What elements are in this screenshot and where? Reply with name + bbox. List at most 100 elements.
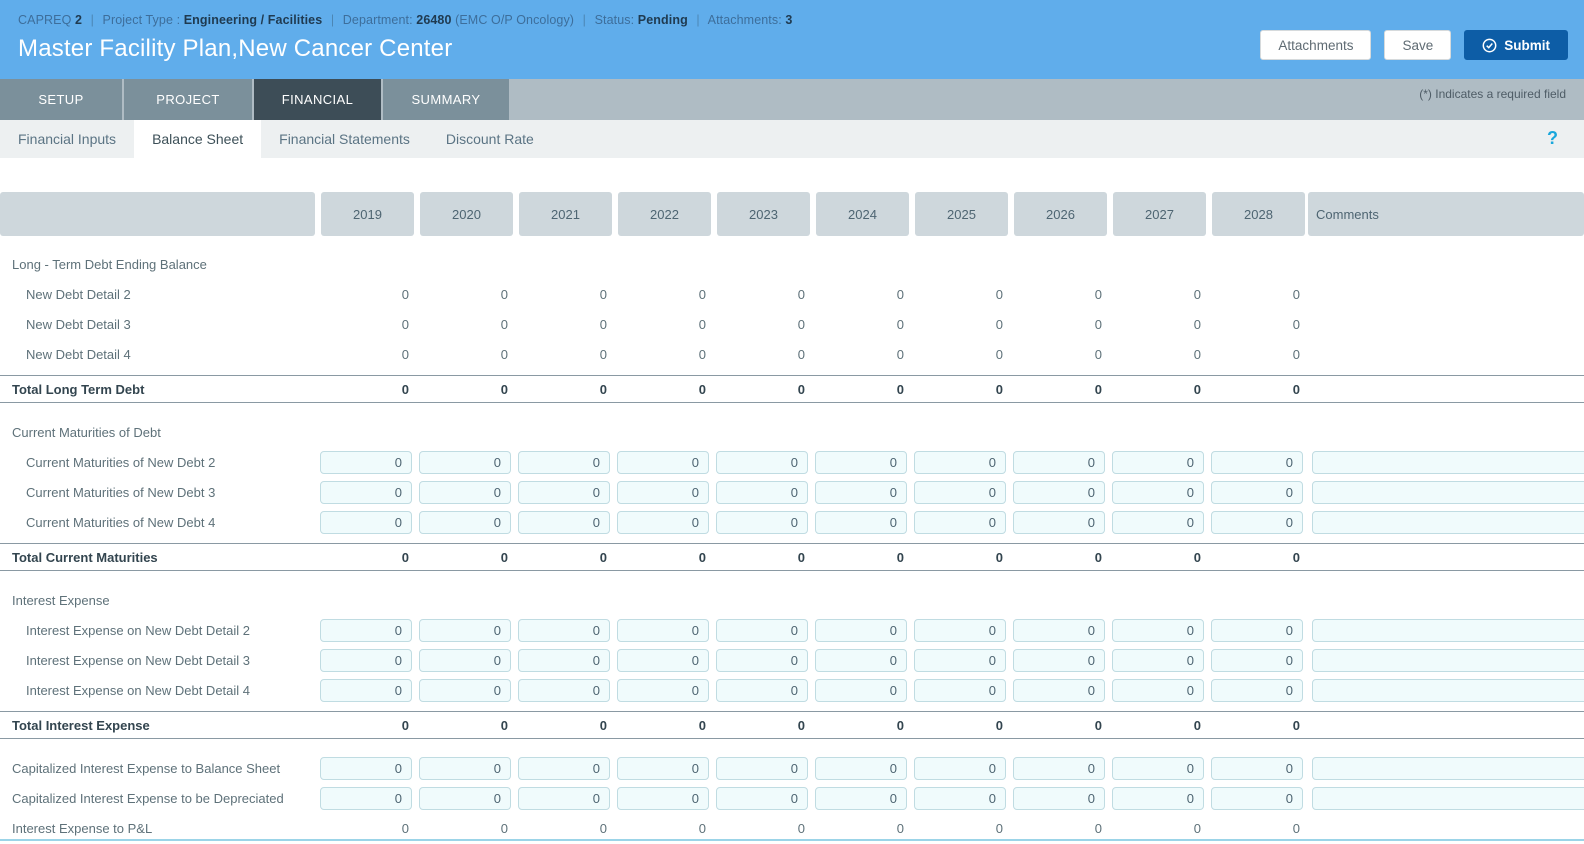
- year-value-input[interactable]: [716, 757, 808, 780]
- year-value-input[interactable]: [419, 757, 511, 780]
- year-value-input[interactable]: [617, 511, 709, 534]
- year-value-input[interactable]: [518, 679, 610, 702]
- year-value-input[interactable]: [1112, 679, 1204, 702]
- tab-financial[interactable]: FINANCIAL: [254, 79, 381, 120]
- year-value-input[interactable]: [815, 649, 907, 672]
- help-icon[interactable]: ?: [1547, 120, 1558, 156]
- year-value-input[interactable]: [1211, 511, 1303, 534]
- year-value-input[interactable]: [914, 649, 1006, 672]
- year-value-input[interactable]: [716, 511, 808, 534]
- year-value-input[interactable]: [914, 757, 1006, 780]
- year-value-input[interactable]: [716, 481, 808, 504]
- tab-project[interactable]: PROJECT: [124, 79, 252, 120]
- year-value-input[interactable]: [815, 451, 907, 474]
- year-value-input[interactable]: [320, 511, 412, 534]
- year-value-input[interactable]: [815, 757, 907, 780]
- year-value-input[interactable]: [518, 619, 610, 642]
- year-value-input[interactable]: [1112, 757, 1204, 780]
- year-value-input[interactable]: [419, 511, 511, 534]
- year-value-input[interactable]: [320, 679, 412, 702]
- year-value-input[interactable]: [617, 787, 709, 810]
- subtab-financial-statements[interactable]: Financial Statements: [261, 120, 428, 158]
- subtab-discount-rate[interactable]: Discount Rate: [428, 120, 552, 158]
- subtab-financial-inputs[interactable]: Financial Inputs: [0, 120, 134, 158]
- year-value-input[interactable]: [419, 481, 511, 504]
- year-value-input[interactable]: [1013, 619, 1105, 642]
- year-value-input[interactable]: [419, 679, 511, 702]
- year-value-input[interactable]: [1013, 787, 1105, 810]
- year-value-input[interactable]: [716, 787, 808, 810]
- year-value-input[interactable]: [518, 511, 610, 534]
- year-value-input[interactable]: [617, 757, 709, 780]
- year-value-input[interactable]: [815, 679, 907, 702]
- year-value-input[interactable]: [1112, 619, 1204, 642]
- year-value-input[interactable]: [518, 649, 610, 672]
- year-value-input[interactable]: [419, 451, 511, 474]
- year-value-input[interactable]: [1112, 787, 1204, 810]
- year-value-input[interactable]: [815, 481, 907, 504]
- year-value-input[interactable]: [914, 787, 1006, 810]
- year-value-input[interactable]: [320, 619, 412, 642]
- year-value-input[interactable]: [1013, 451, 1105, 474]
- year-value-input[interactable]: [1112, 451, 1204, 474]
- tab-summary[interactable]: SUMMARY: [383, 79, 509, 120]
- year-value-input[interactable]: [1211, 679, 1303, 702]
- year-value-input[interactable]: [1112, 511, 1204, 534]
- year-value-input[interactable]: [419, 619, 511, 642]
- comment-input[interactable]: [1312, 511, 1584, 534]
- year-value-input[interactable]: [1211, 757, 1303, 780]
- comment-input[interactable]: [1312, 649, 1584, 672]
- year-value-input[interactable]: [914, 511, 1006, 534]
- comment-input[interactable]: [1312, 451, 1584, 474]
- year-value-input[interactable]: [1112, 481, 1204, 504]
- year-value-input[interactable]: [815, 787, 907, 810]
- year-value-input[interactable]: [1211, 787, 1303, 810]
- comment-input[interactable]: [1312, 481, 1584, 504]
- year-value-input[interactable]: [1112, 649, 1204, 672]
- year-value-input[interactable]: [1211, 619, 1303, 642]
- year-value-input[interactable]: [914, 679, 1006, 702]
- year-value-input[interactable]: [617, 679, 709, 702]
- year-value-input[interactable]: [617, 451, 709, 474]
- year-value-input[interactable]: [518, 451, 610, 474]
- year-value-input[interactable]: [815, 511, 907, 534]
- year-value-input[interactable]: [716, 649, 808, 672]
- comment-input[interactable]: [1312, 787, 1584, 810]
- year-value-input[interactable]: [419, 787, 511, 810]
- year-value-input[interactable]: [518, 787, 610, 810]
- comment-input[interactable]: [1312, 757, 1584, 780]
- attachments-button[interactable]: Attachments: [1260, 30, 1371, 60]
- year-value-input[interactable]: [320, 451, 412, 474]
- year-value-input[interactable]: [914, 451, 1006, 474]
- year-value-input[interactable]: [1013, 481, 1105, 504]
- year-value-input[interactable]: [320, 757, 412, 780]
- year-value-input[interactable]: [914, 619, 1006, 642]
- year-value-input[interactable]: [320, 649, 412, 672]
- year-value-input[interactable]: [518, 757, 610, 780]
- year-value-input[interactable]: [1013, 649, 1105, 672]
- year-value-input[interactable]: [617, 619, 709, 642]
- year-value-input[interactable]: [1211, 649, 1303, 672]
- year-value-input[interactable]: [617, 649, 709, 672]
- tab-setup[interactable]: SETUP: [0, 79, 122, 120]
- year-value-input[interactable]: [1211, 481, 1303, 504]
- comment-input[interactable]: [1312, 679, 1584, 702]
- save-button[interactable]: Save: [1384, 30, 1451, 60]
- year-value-input[interactable]: [518, 481, 610, 504]
- comment-input[interactable]: [1312, 619, 1584, 642]
- year-value-input[interactable]: [716, 679, 808, 702]
- year-value-input[interactable]: [419, 649, 511, 672]
- year-value-input[interactable]: [815, 619, 907, 642]
- submit-button[interactable]: Submit: [1464, 30, 1568, 60]
- year-value-input[interactable]: [1211, 451, 1303, 474]
- year-value-input[interactable]: [320, 787, 412, 810]
- subtab-balance-sheet[interactable]: Balance Sheet: [134, 120, 261, 158]
- year-value-input[interactable]: [716, 619, 808, 642]
- year-value-input[interactable]: [1013, 757, 1105, 780]
- year-value-input[interactable]: [320, 481, 412, 504]
- year-value-input[interactable]: [716, 451, 808, 474]
- year-value-input[interactable]: [617, 481, 709, 504]
- year-value-input[interactable]: [1013, 511, 1105, 534]
- year-value-input[interactable]: [914, 481, 1006, 504]
- year-value-input[interactable]: [1013, 679, 1105, 702]
